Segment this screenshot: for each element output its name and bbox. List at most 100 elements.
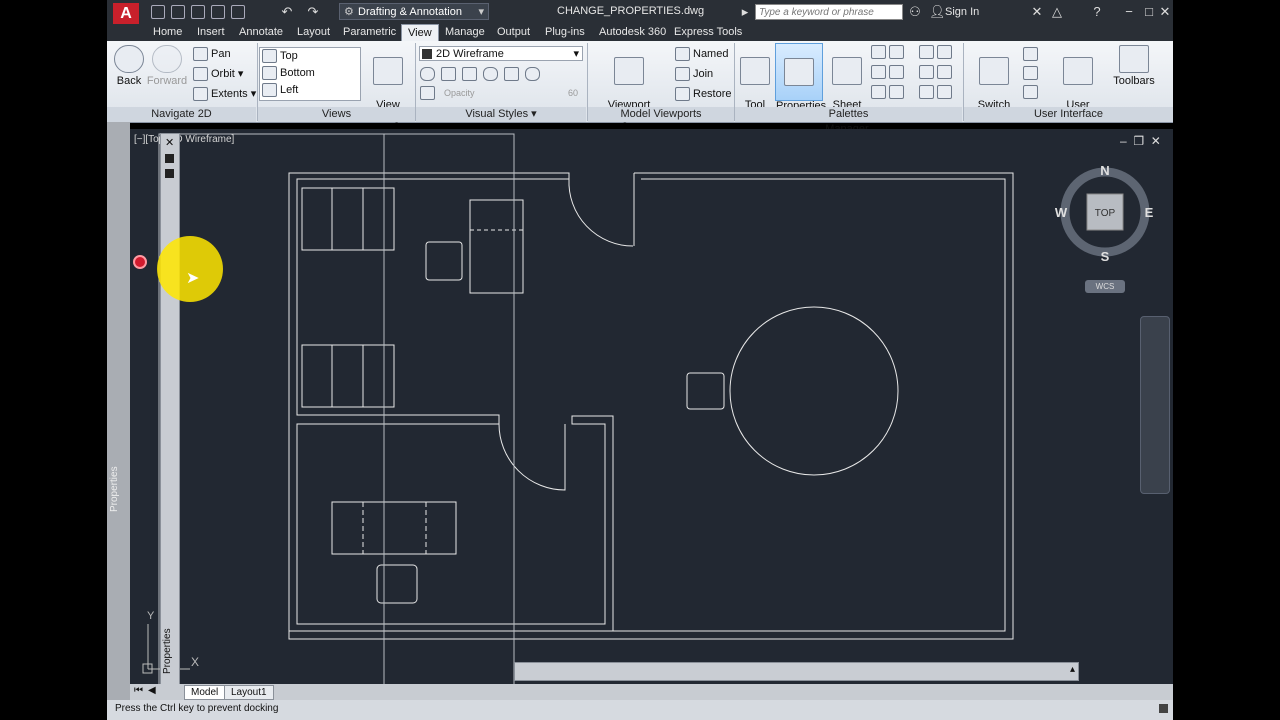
orbit-icon bbox=[193, 67, 208, 82]
properties-button[interactable]: Properties bbox=[775, 43, 826, 112]
close-icon[interactable]: ✕ bbox=[1157, 4, 1173, 20]
visual-style-tools[interactable] bbox=[420, 65, 543, 83]
wireframe-icon bbox=[422, 49, 432, 59]
tile-vertical-icon[interactable] bbox=[1023, 66, 1038, 80]
named-viewports-button[interactable]: Named bbox=[675, 45, 728, 63]
compass-s[interactable]: S bbox=[1101, 249, 1110, 264]
cascade-icon[interactable] bbox=[1023, 85, 1038, 99]
door-swing bbox=[568, 178, 634, 247]
tab-plug-ins[interactable]: Plug-ins bbox=[539, 24, 591, 41]
color-icon bbox=[462, 67, 478, 82]
round-table bbox=[729, 306, 899, 476]
drawing-canvas[interactable]: Y X TOP N S E W bbox=[130, 129, 1173, 684]
view-item-top[interactable]: Top bbox=[260, 48, 360, 65]
horizontal-scrollbar[interactable]: ▴ bbox=[514, 662, 1079, 681]
sign-in-link[interactable]: Sign In bbox=[945, 6, 979, 18]
save-as-icon[interactable] bbox=[211, 5, 225, 19]
status-text: Press the Ctrl key to prevent docking bbox=[115, 703, 279, 714]
ui-tool-icon[interactable] bbox=[919, 45, 934, 59]
first-tab-icon[interactable]: ⏮ bbox=[134, 685, 143, 696]
table-icon[interactable] bbox=[871, 85, 886, 99]
pan-button[interactable]: Pan bbox=[193, 45, 231, 63]
view-item-left[interactable]: Left bbox=[260, 82, 360, 99]
viewport-controls-label[interactable]: [−][Top][2D Wireframe] bbox=[134, 134, 234, 145]
exchange-icon[interactable]: ✕ bbox=[1029, 4, 1045, 20]
tab-parametric[interactable]: Parametric bbox=[337, 24, 402, 41]
tab-view[interactable]: View bbox=[401, 24, 439, 42]
binoculars-icon[interactable]: ⚇ bbox=[907, 4, 923, 20]
ribbon-panel: Back Forward Pan Orbit ▾ Extents ▾ Navig… bbox=[107, 41, 1173, 135]
tab-manage[interactable]: Manage bbox=[439, 24, 491, 41]
search-input[interactable]: Type a keyword or phrase bbox=[755, 4, 903, 20]
help-icon[interactable]: ? bbox=[1089, 4, 1105, 20]
desk bbox=[301, 187, 395, 251]
panel-title-views: Views bbox=[258, 107, 415, 122]
prev-tab-icon[interactable]: ◀ bbox=[148, 685, 156, 696]
properties-menu-icon[interactable] bbox=[165, 169, 174, 178]
tab-layout[interactable]: Layout bbox=[291, 24, 336, 41]
back-button[interactable]: Back bbox=[111, 45, 147, 87]
compass-w[interactable]: W bbox=[1055, 205, 1068, 220]
save-icon[interactable] bbox=[191, 5, 205, 19]
redo-icon[interactable]: ↷ bbox=[305, 4, 321, 20]
left-dock-strip[interactable]: Properties bbox=[107, 122, 130, 700]
tab-home[interactable]: Home bbox=[147, 24, 188, 41]
restore-viewports-button[interactable]: Restore bbox=[675, 85, 732, 103]
join-viewports-button[interactable]: Join bbox=[675, 65, 713, 83]
design-center-icon[interactable] bbox=[871, 45, 886, 59]
tab-express-tools[interactable]: Express Tools bbox=[668, 24, 748, 41]
autohide-icon[interactable] bbox=[165, 154, 174, 163]
views-list[interactable]: Top Bottom Left bbox=[259, 47, 361, 101]
tab-layout1[interactable]: Layout1 bbox=[224, 685, 274, 700]
open-icon[interactable] bbox=[171, 5, 185, 19]
minimize-icon[interactable]: − bbox=[1121, 4, 1137, 20]
tab-model[interactable]: Model bbox=[184, 685, 226, 700]
ui-tool-icon[interactable] bbox=[919, 85, 934, 99]
opacity-slider[interactable]: Opacity 60 bbox=[420, 86, 583, 102]
tab-autodesk-360[interactable]: Autodesk 360 bbox=[593, 24, 672, 41]
plot-icon[interactable] bbox=[231, 5, 245, 19]
compass-e[interactable]: E bbox=[1145, 205, 1154, 220]
layers-icon[interactable] bbox=[889, 65, 904, 79]
forward-button[interactable]: Forward bbox=[145, 45, 189, 87]
close-icon[interactable]: ✕ bbox=[1151, 134, 1161, 148]
user-icon[interactable]: 👤︎ bbox=[929, 4, 946, 20]
ui-tool-icon[interactable] bbox=[919, 65, 934, 79]
viewcube[interactable]: TOP N S E W bbox=[1055, 165, 1155, 265]
restore-icon[interactable]: ❐ bbox=[1133, 134, 1144, 148]
tab-output[interactable]: Output bbox=[491, 24, 536, 41]
ui-tool-icon[interactable] bbox=[937, 85, 952, 99]
opacity-icon bbox=[420, 86, 435, 100]
properties-palette[interactable]: ✕ Properties bbox=[160, 133, 180, 695]
tab-annotate[interactable]: Annotate bbox=[233, 24, 289, 41]
wcs-menu[interactable]: WCS bbox=[1085, 280, 1125, 293]
autocad-logo-icon[interactable]: A bbox=[113, 3, 139, 25]
viewcube-face-label[interactable]: TOP bbox=[1095, 208, 1116, 219]
navigation-bar[interactable] bbox=[1140, 316, 1170, 494]
minimize-icon[interactable]: – bbox=[1120, 134, 1127, 148]
scroll-arrow-icon[interactable]: ▴ bbox=[1070, 664, 1075, 675]
new-icon[interactable] bbox=[151, 5, 165, 19]
compass-n[interactable]: N bbox=[1100, 165, 1109, 178]
calculator-icon[interactable] bbox=[871, 65, 886, 79]
ui-tool-icon[interactable] bbox=[937, 45, 952, 59]
resize-grip-icon[interactable] bbox=[1159, 704, 1168, 713]
undo-icon[interactable]: ↶ bbox=[279, 4, 295, 20]
tab-insert[interactable]: Insert bbox=[191, 24, 231, 41]
chevron-right-icon[interactable]: ▸ bbox=[737, 4, 753, 20]
close-icon[interactable]: ✕ bbox=[165, 136, 174, 149]
panel-title-user-interface: User Interface bbox=[964, 107, 1173, 122]
maximize-icon[interactable]: □ bbox=[1141, 4, 1157, 20]
toolbars-button[interactable]: Toolbars bbox=[1109, 45, 1159, 87]
ui-tool-icon[interactable] bbox=[937, 65, 952, 79]
markup-icon[interactable] bbox=[889, 45, 904, 59]
visual-style-dropdown[interactable]: 2D Wireframe ▾ bbox=[419, 46, 583, 61]
list-icon[interactable] bbox=[889, 85, 904, 99]
floor-plan-drawing[interactable]: Y X bbox=[130, 129, 1173, 684]
view-item-bottom[interactable]: Bottom bbox=[260, 65, 360, 82]
workspace-selector[interactable]: ⚙ Drafting & Annotation ▾ bbox=[339, 3, 489, 20]
tile-horizontal-icon[interactable] bbox=[1023, 47, 1038, 61]
orbit-button[interactable]: Orbit ▾ bbox=[193, 65, 243, 83]
extents-button[interactable]: Extents ▾ bbox=[193, 85, 256, 103]
autodesk-icon[interactable]: △ bbox=[1049, 4, 1065, 20]
